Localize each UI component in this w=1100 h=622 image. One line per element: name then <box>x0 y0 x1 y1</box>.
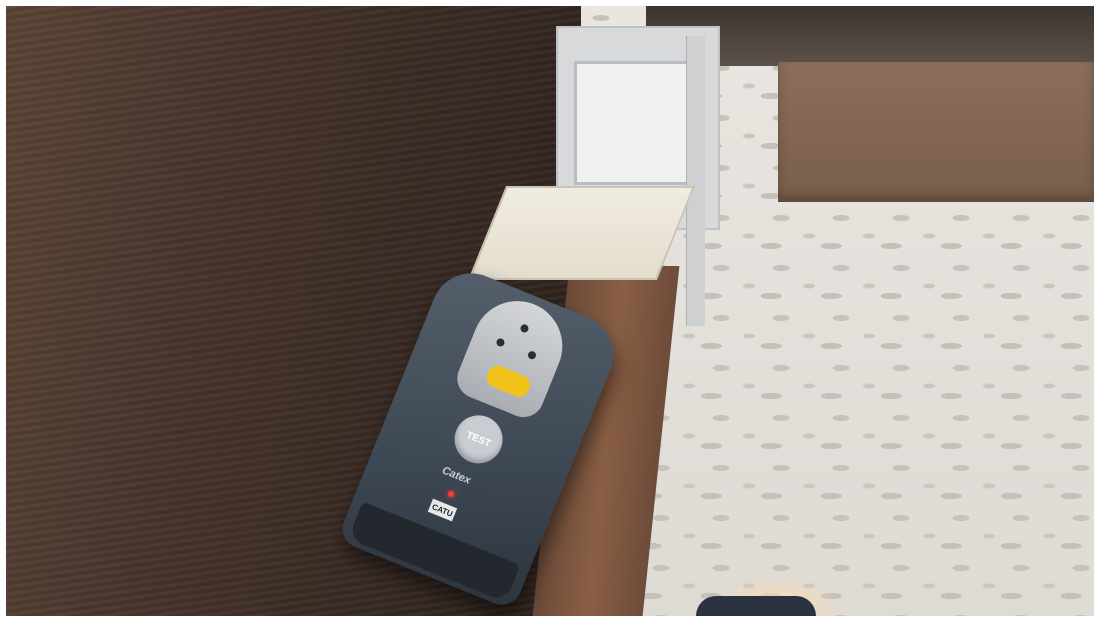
device-cap <box>451 287 576 424</box>
test-button[interactable]: TEST <box>447 408 510 471</box>
switch-box-window <box>574 61 698 185</box>
yellow-pad <box>483 362 534 400</box>
wooden-shelf <box>778 62 1094 202</box>
status-led <box>447 490 455 498</box>
cap-dot <box>495 337 506 348</box>
brand-label: Catex <box>440 464 473 487</box>
cap-dot <box>519 323 530 334</box>
brand-logo: CATU <box>427 498 458 522</box>
photo: TEST Catex CATU <box>6 6 1094 616</box>
switch-box-side <box>686 36 705 326</box>
cap-dot <box>526 350 538 361</box>
switch-box-lid[interactable] <box>468 186 695 280</box>
dark-object <box>696 596 816 616</box>
